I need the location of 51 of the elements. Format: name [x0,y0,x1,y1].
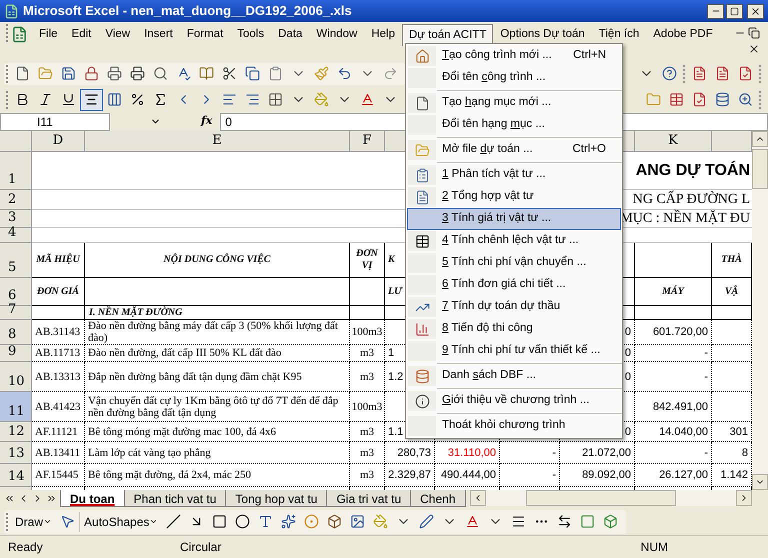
table-cell: 1.142 [712,464,752,487]
table-cell: Vận chuyển đất cự ly 1Km bằng ôtô tự đổ 7T đến để đắp nền đường bằng đất tận dụng [85,392,350,422]
table-cell: NỘI DUNG CÔNG VIỆC [85,243,350,278]
table-cell: m3 [350,345,385,362]
table-cell: - [635,362,712,392]
table-cell: Đào nền đường bằng máy đất cấp 3 (50% khối lượng đất đào) [85,320,350,345]
table-cell: 301 [712,422,752,442]
table-cell: m3 [350,362,385,392]
table-cell: - [500,442,560,464]
table-cell: - [635,345,712,362]
table-cell: m3 [350,464,385,487]
table-cell: AB.13411 [32,442,85,464]
table-cell: ĐƠN GIÁ [32,278,85,306]
table-cell: 31.110,00 [435,442,500,464]
table-cell: - [635,442,712,464]
table-cell: - [500,464,560,487]
table-cell: ĐƠN VỊ [350,243,385,278]
table-cell: MÃ HIỆU [32,243,85,278]
table-cell: Bê tông mặt đường, đá 2x4, mác 250 [85,464,350,487]
table-cell: 89.092,00 [560,464,635,487]
table-cell: 100m3 [350,320,385,345]
status-text: Ready [7,539,44,556]
window-title: Microsoft Excel - nen_mat_duong__DG192_2006_.xls [23,2,352,20]
table-cell: Đào nền đường, đất cấp III 50% KL đất đào [85,345,350,362]
table-cell: AF.15445 [32,464,85,487]
table-cell: VẬ [712,278,752,306]
table-cell: 14.040,00 [635,422,712,442]
table-cell: AB.31143 [32,320,85,345]
table-cell: 26.127,00 [635,464,712,487]
table-cell: 280,73 [385,442,435,464]
table-cell: 601.720,00 [635,320,712,345]
table-cell: 2.329,87 [385,464,435,487]
table-cell: Làm lớp cát vàng tạo phẳng [85,442,350,464]
table-cell: I. NỀN MẶT ĐƯỜNG [85,306,350,320]
table-cell: AB.41423 [32,392,85,422]
status-message: Circular [180,539,222,556]
table-cell: Bê tông móng mặt đường mac 100, đá 4x6 [85,422,350,442]
table-cell: AB.11713 [32,345,85,362]
num-lock-indicator: NUM [640,539,668,556]
table-cell: MÁY [635,278,712,306]
table-cell: THÀ [712,243,752,278]
table-cell: AB.13313 [32,362,85,392]
table-cell: 8 [712,442,752,464]
table-cell: 490.444,00 [435,464,500,487]
table-cell: m3 [350,422,385,442]
table-cell: AF.11121 [32,422,85,442]
table-cell: 100m3 [350,392,385,422]
table-cell: 842.491,00 [635,392,712,422]
table-cell: m3 [350,442,385,464]
table-cell: Đắp nền đường bằng đất tận dụng đầm chặt K95 [85,362,350,392]
table-cell: 21.072,00 [560,442,635,464]
